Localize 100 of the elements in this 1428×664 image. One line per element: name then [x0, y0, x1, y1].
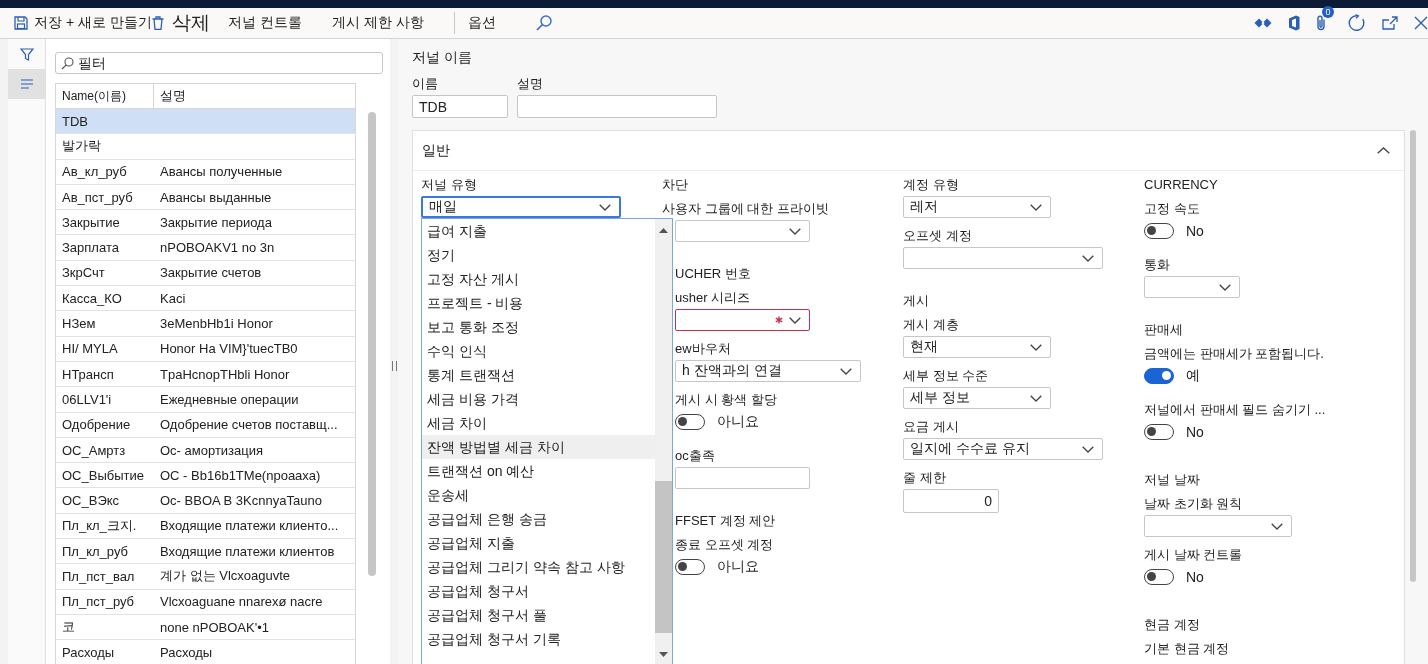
column-header[interactable]: 설명 [154, 84, 186, 108]
new-button[interactable]: + 새로 만들기 [66, 10, 152, 36]
field-label: 설명 [517, 76, 544, 92]
menu-option[interactable]: 고정 자산 게시 [422, 267, 655, 291]
office-icon[interactable] [1288, 15, 1300, 31]
list-row[interactable]: Пл_пст_руб Vlcxoaguane nnarexø nacre [56, 589, 355, 615]
table-cell-text: Авансы полученные [159, 164, 283, 180]
menu-option[interactable]: 공급업체 청구서 [422, 579, 655, 603]
list-row[interactable]: Расходы Расходы [56, 640, 355, 664]
toggle-switch[interactable] [1144, 424, 1174, 440]
list-row[interactable]: 발가락 [56, 134, 355, 160]
menu-option[interactable]: 세금 비용 가격 [422, 387, 655, 411]
list-row[interactable]: НЗем 3eMenbHb1i Honor [56, 311, 355, 337]
table-cell-text: Одобрение счетов поставщ... [159, 417, 338, 433]
field-label: 게시 날짜 컨트롤 [1144, 547, 1243, 563]
toggle-switch[interactable] [1144, 368, 1174, 384]
column-header[interactable]: Name(이름) [56, 84, 154, 108]
list-row[interactable]: Пл_пст_вал 계가 없는 Vlcxoaguvte [56, 564, 355, 590]
list-row[interactable]: Закрытие Закрытие периода [56, 210, 355, 236]
field-label: 요금 게시 [903, 419, 960, 435]
table-cell-text: Закрытие периода [159, 214, 272, 230]
menu-option[interactable]: 트랜잭션 on 예산 [422, 459, 655, 483]
list-row[interactable]: Ав_кл_руб Авансы полученные [56, 159, 355, 185]
splitter-handle[interactable] [391, 360, 397, 371]
scrollbar-thumb[interactable] [368, 112, 376, 576]
scrollbar-track[interactable] [655, 219, 672, 664]
table-cell-text: Пл_кл_руб [61, 543, 129, 559]
refresh-icon[interactable] [1348, 14, 1366, 32]
field-label: 종료 오프셋 계정 [675, 537, 774, 553]
menu-option[interactable]: 통계 트랜잭션 [422, 363, 655, 387]
dropdown-field[interactable] [675, 220, 810, 242]
dropdown-field[interactable]: 현재 [903, 336, 1051, 358]
toolbar-button[interactable]: 저널 컨트롤 [227, 10, 302, 36]
dropdown-field[interactable] [903, 247, 1103, 269]
save-button[interactable]: 저장 [14, 10, 62, 36]
dropdown-field[interactable]: 세부 정보 [903, 387, 1051, 409]
scrollbar-thumb[interactable] [655, 481, 672, 633]
dropdown-field[interactable]: 매일 [421, 196, 621, 218]
menu-option[interactable]: 공급업체 그리기 약속 참고 사항 [422, 555, 655, 579]
diamond-icon[interactable] [1254, 18, 1272, 28]
table-cell-text: Kaci [159, 290, 186, 306]
list-row[interactable]: Ав_пст_руб Авансы выданные [56, 184, 355, 211]
list-row[interactable]: 코 none nPOBOAK'•1 [56, 614, 355, 641]
menu-option[interactable]: 공급업체 지출 [422, 531, 655, 555]
scrollbar-thumb[interactable] [1410, 130, 1416, 582]
text-field[interactable]: TDB [412, 95, 508, 118]
list-row[interactable]: Касса_КО Kaci [56, 286, 355, 312]
dropdown-field[interactable] [675, 309, 810, 331]
menu-option[interactable]: 보고 통화 조정 [422, 315, 655, 339]
delete-button[interactable]: 삭제 [151, 10, 210, 36]
list-row[interactable]: ОС_ВЭкс Oc- BBOA B 3KcnnyaTauno [56, 488, 355, 514]
text-field[interactable] [517, 95, 717, 118]
toggle-switch[interactable] [1144, 223, 1174, 239]
toolbar-button[interactable]: 게시 제한 사항 [331, 10, 424, 36]
dropdown-field[interactable]: h 잔액과의 연결 [675, 360, 861, 382]
close-icon[interactable] [1414, 16, 1428, 30]
dropdown-field[interactable]: 일지에 수수료 유지 [903, 438, 1103, 460]
list-row[interactable]: Зарплата nPOBOAKV1 no 3n [56, 235, 355, 261]
text-field[interactable] [675, 467, 810, 489]
chevron-down-icon [1082, 445, 1094, 453]
popout-icon[interactable] [1382, 16, 1398, 30]
menu-option[interactable]: 공급업체 청구서 기록 [422, 627, 655, 651]
table-cell-text: nPOBOAKV1 no 3n [159, 240, 275, 256]
list-row[interactable]: HI/ MYLA Honor Ha VIM}'tuecTB0 [56, 336, 355, 362]
menu-option[interactable]: 프로젝트 - 비용 [422, 291, 655, 315]
scroll-down-icon[interactable] [659, 652, 668, 657]
list-row[interactable]: 06LLV1'i Ежедневные операции [56, 387, 355, 413]
menu-option[interactable]: 급여 지출 [422, 219, 655, 243]
toggle-switch[interactable] [675, 559, 705, 575]
list-row[interactable]: Одобрение Одобрение счетов поставщ... [56, 412, 355, 438]
menu-option[interactable]: 운송세 [422, 483, 655, 507]
field-label: 오프셋 계정 [903, 228, 973, 244]
list-row[interactable]: ОС_Амртз Oc- амортизация [56, 437, 355, 464]
toolbar-button[interactable]: 옵션 [467, 10, 496, 36]
dropdown-field[interactable]: 레저 [903, 196, 1051, 218]
menu-option[interactable]: 공급업체 청구서 풀 [422, 603, 655, 627]
menu-option[interactable]: 잔액 방법별 세금 차이 [422, 435, 655, 459]
filter-field[interactable]: 필터 [55, 52, 383, 74]
menu-option[interactable]: 정기 [422, 243, 655, 267]
list-row[interactable]: НТрансп TpaHcnopTHbli Honor [56, 361, 355, 388]
section-heading: 차단 [662, 177, 688, 193]
menu-option[interactable]: 수익 인식 [422, 339, 655, 363]
menu-option[interactable]: 공급업체 은행 송금 [422, 507, 655, 531]
paperclip-icon[interactable] [1316, 15, 1326, 31]
dropdown-field[interactable] [1144, 276, 1240, 298]
menu-option[interactable]: 세금 차이 [422, 411, 655, 435]
search-icon[interactable] [535, 15, 552, 31]
list-row[interactable]: Пл_кл_크지. Входящие платежи клиенто... [56, 513, 355, 540]
chevron-down-icon [1030, 203, 1042, 211]
list-row[interactable]: TDB [56, 109, 355, 135]
table-cell-text: 계가 없는 Vlcxoaguvte [159, 567, 291, 586]
field-label: 게시 계층 [903, 317, 960, 333]
dropdown-field[interactable] [1144, 515, 1292, 537]
toggle-switch[interactable] [675, 414, 705, 430]
list-row[interactable]: ОС_Выбытие OC - Bb16b1TMe(npoaaxa) [56, 463, 355, 489]
number-field[interactable]: 0 [903, 489, 999, 513]
list-row[interactable]: ЗкрСчт Закрытие счетов [56, 260, 355, 287]
list-row[interactable]: Пл_кл_руб Входящие платежи клиентов [56, 539, 355, 565]
toggle-switch[interactable] [1144, 569, 1174, 585]
scroll-up-icon[interactable] [659, 228, 668, 233]
